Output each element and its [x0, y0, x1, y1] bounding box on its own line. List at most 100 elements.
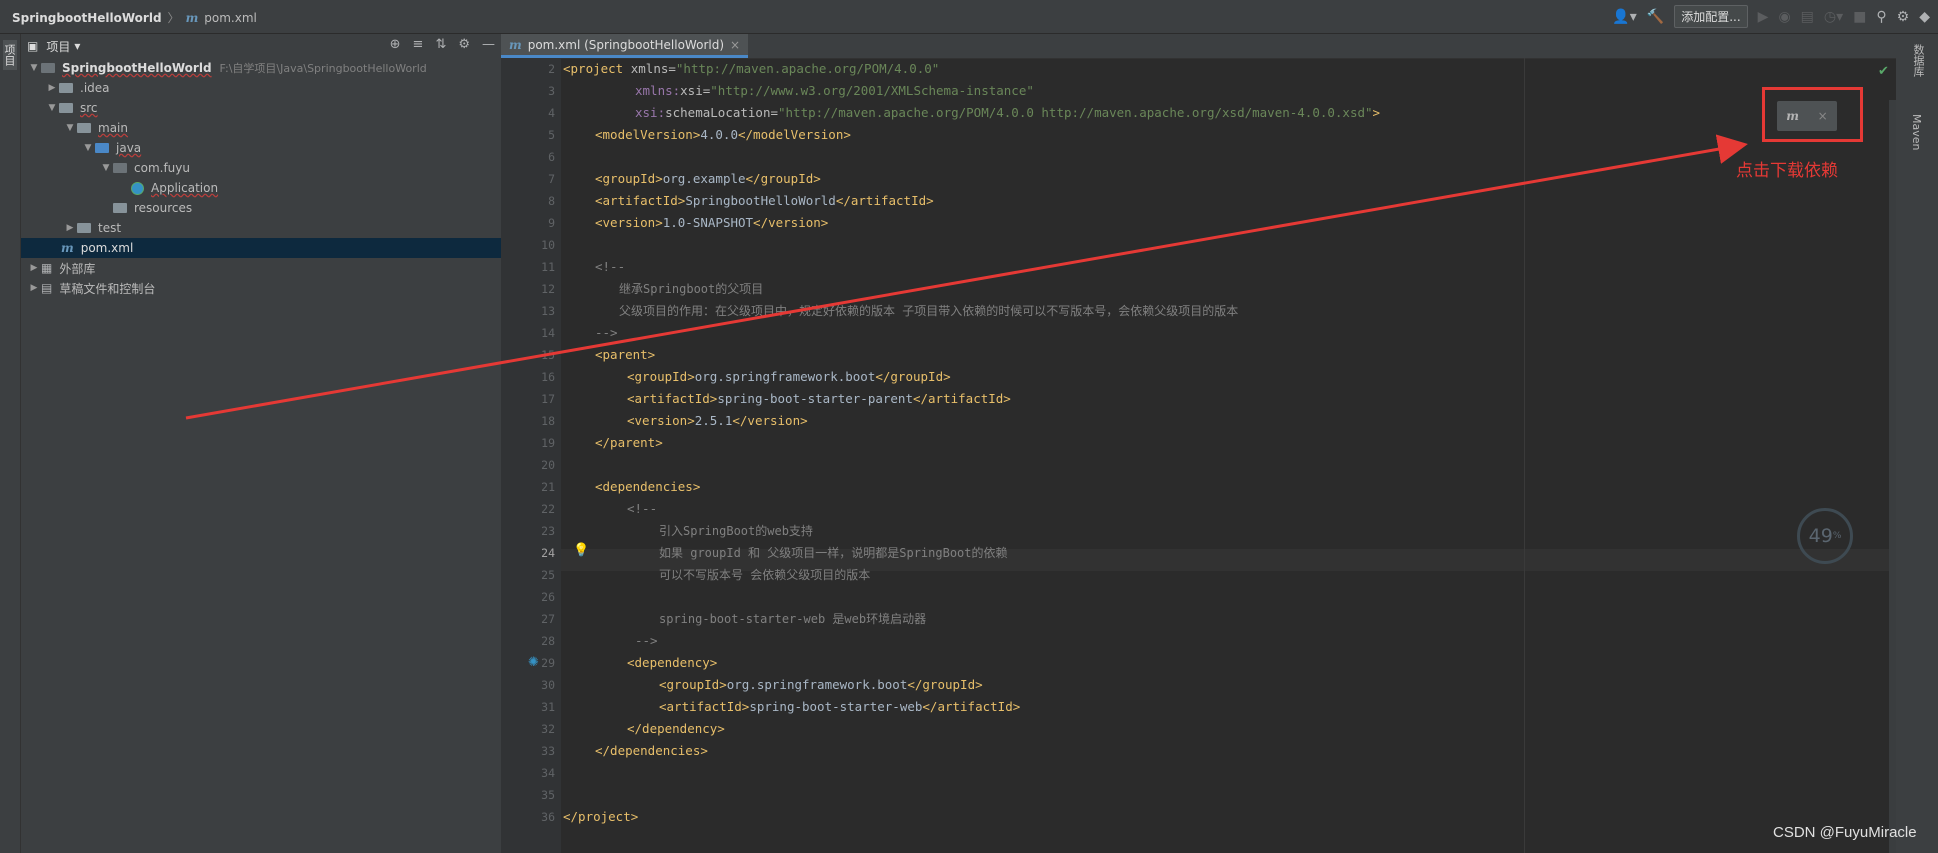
debug-icon[interactable]: ◉	[1778, 6, 1790, 28]
chevron-right-icon[interactable]: ▶	[63, 223, 77, 233]
project-tree: ▼ SpringbootHelloWorld F:\自学项目\Java\Spri…	[21, 58, 501, 298]
line-number: 21	[541, 480, 555, 494]
line-number: 5	[548, 128, 555, 142]
jetbrains-toolbox-icon[interactable]: ◆	[1919, 6, 1930, 28]
tree-item-scratches[interactable]: ▶ ▤ 草稿文件和控制台	[21, 278, 501, 298]
chevron-down-icon[interactable]: ▼	[63, 123, 77, 133]
code-line-8: <artifactId>SpringbootHelloWorld</artifa…	[595, 193, 934, 208]
tree-item-external-libs[interactable]: ▶ ▦ 外部库	[21, 258, 501, 278]
code-line-2: <project xmlns="http://maven.apache.org/…	[563, 61, 940, 76]
code-line-33: </dependencies>	[595, 743, 708, 758]
line-number: 20	[541, 458, 555, 472]
tree-item-resources[interactable]: resources	[21, 198, 501, 218]
profile-icon[interactable]: ◷▾	[1824, 6, 1843, 28]
code-line-36: </project>	[563, 809, 639, 824]
line-number: 35	[541, 788, 555, 802]
build-hammer-icon[interactable]: 🔨	[1647, 6, 1664, 28]
code-line-16: <groupId>org.springframework.boot</group…	[627, 369, 951, 384]
tree-item-label: .idea	[80, 81, 110, 95]
line-number: 4	[548, 106, 555, 120]
tree-item-main[interactable]: ▼ main	[21, 118, 501, 138]
inspection-ok-icon[interactable]: ✔	[1878, 64, 1889, 79]
tree-item-src[interactable]: ▼ src	[21, 98, 501, 118]
tree-item-idea[interactable]: ▶ .idea	[21, 78, 501, 98]
add-configuration-button[interactable]: 添加配置...	[1674, 5, 1748, 28]
expand-all-icon[interactable]: ≡	[413, 37, 424, 52]
breadcrumb-project[interactable]: SpringbootHelloWorld	[12, 11, 162, 25]
chevron-down-icon[interactable]: ▼	[45, 103, 59, 113]
spring-gutter-icon[interactable]: ✺	[528, 655, 539, 670]
code-line-18: <version>2.5.1</version>	[627, 413, 808, 428]
maven-file-icon: m	[509, 37, 522, 52]
line-number: 16	[541, 370, 555, 384]
chevron-down-icon[interactable]: ▼	[27, 63, 41, 73]
line-number: 7	[548, 172, 555, 186]
left-tool-strip: 项目	[0, 34, 21, 853]
tree-item-label: main	[98, 121, 128, 135]
code-editor[interactable]: <project xmlns="http://maven.apache.org/…	[563, 58, 1893, 853]
code-line-13: 父级项目的作用：在父级项目中，规定好依赖的版本 子项目带入依赖的时候可以不写版本…	[619, 304, 1239, 318]
line-number: 15	[541, 348, 555, 362]
annotation-label: 点击下载依赖	[1736, 161, 1838, 181]
line-number: 24	[541, 546, 555, 560]
tab-pom-xml[interactable]: m pom.xml (SpringbootHelloWorld) ×	[501, 34, 749, 58]
project-tool-window-tab[interactable]: 项目	[3, 40, 17, 70]
maven-file-icon: m	[185, 10, 199, 25]
line-number: 2	[548, 62, 555, 76]
vertical-scrollbar[interactable]	[1889, 100, 1896, 853]
right-margin-guide	[1524, 58, 1525, 853]
maven-file-icon: m	[61, 241, 74, 255]
tree-item-label: 草稿文件和控制台	[59, 281, 156, 296]
tree-item-label: Application	[151, 181, 219, 195]
stop-icon[interactable]: ■	[1853, 6, 1866, 28]
chevron-right-icon[interactable]: ▶	[27, 283, 41, 293]
coverage-icon[interactable]: ▤	[1801, 6, 1814, 28]
tree-item-label: com.fuyu	[134, 161, 190, 175]
close-tab-icon[interactable]: ×	[730, 38, 740, 52]
chevron-down-icon[interactable]: ▾	[74, 39, 80, 53]
search-icon[interactable]: ⚲	[1876, 6, 1886, 28]
right-tool-strip: 数据库 Maven	[1896, 34, 1938, 853]
lightbulb-intention-icon[interactable]: 💡	[573, 543, 589, 558]
line-number: 3	[548, 84, 555, 98]
breadcrumb-file[interactable]: pom.xml	[204, 11, 257, 25]
tree-item-package[interactable]: ▼ com.fuyu	[21, 158, 501, 178]
line-number: 33	[541, 744, 555, 758]
tree-item-root[interactable]: ▼ SpringbootHelloWorld F:\自学项目\Java\Spri…	[21, 58, 501, 78]
hide-panel-icon[interactable]: —	[482, 37, 495, 52]
folder-icon	[77, 123, 91, 133]
folder-icon	[77, 223, 91, 233]
project-panel-title[interactable]: 项目	[46, 38, 70, 55]
collapse-all-icon[interactable]: ⇅	[435, 37, 446, 52]
folder-icon	[41, 63, 55, 73]
line-number: 34	[541, 766, 555, 780]
maven-tool-window-tab[interactable]: Maven	[1910, 114, 1923, 150]
code-line-31: <artifactId>spring-boot-starter-web</art…	[659, 699, 1021, 714]
tree-item-java[interactable]: ▼ java	[21, 138, 501, 158]
line-number: 22	[541, 502, 555, 516]
code-line-22: <!--	[627, 501, 658, 516]
breadcrumb: SpringbootHelloWorld 〉 m pom.xml	[12, 9, 257, 26]
tree-item-test[interactable]: ▶ test	[21, 218, 501, 238]
chevron-down-icon[interactable]: ▼	[81, 143, 95, 153]
code-line-14: -->	[595, 325, 618, 340]
gear-icon[interactable]: ⚙	[458, 37, 470, 52]
chevron-right-icon[interactable]: ▶	[45, 83, 59, 93]
tree-item-pom[interactable]: m pom.xml	[21, 238, 501, 258]
line-number: 9	[548, 216, 555, 230]
chevron-right-icon[interactable]: ▶	[27, 263, 41, 273]
tree-item-label: test	[98, 221, 122, 235]
chevron-down-icon[interactable]: ▼	[99, 163, 113, 173]
code-line-4: xsi:schemaLocation="http://maven.apache.…	[635, 105, 1381, 120]
database-tool-window-tab[interactable]: 数据库	[1910, 44, 1926, 77]
tree-item-application[interactable]: Application	[21, 178, 501, 198]
settings-gear-icon[interactable]: ⚙	[1897, 6, 1910, 28]
code-line-32: </dependency>	[627, 721, 725, 736]
run-icon[interactable]: ▶	[1758, 6, 1769, 28]
line-number: 17	[541, 392, 555, 406]
folder-icon	[59, 103, 73, 113]
line-number: 18	[541, 414, 555, 428]
locate-file-icon[interactable]: ⊕	[390, 37, 401, 52]
line-number-gutter: 2 3 4 5 6 7 8 9 10 11 12 13 14 15 16 17 18 19 20 21 22 23 24 25…	[501, 58, 561, 853]
user-icon[interactable]: 👤▾	[1612, 6, 1636, 28]
